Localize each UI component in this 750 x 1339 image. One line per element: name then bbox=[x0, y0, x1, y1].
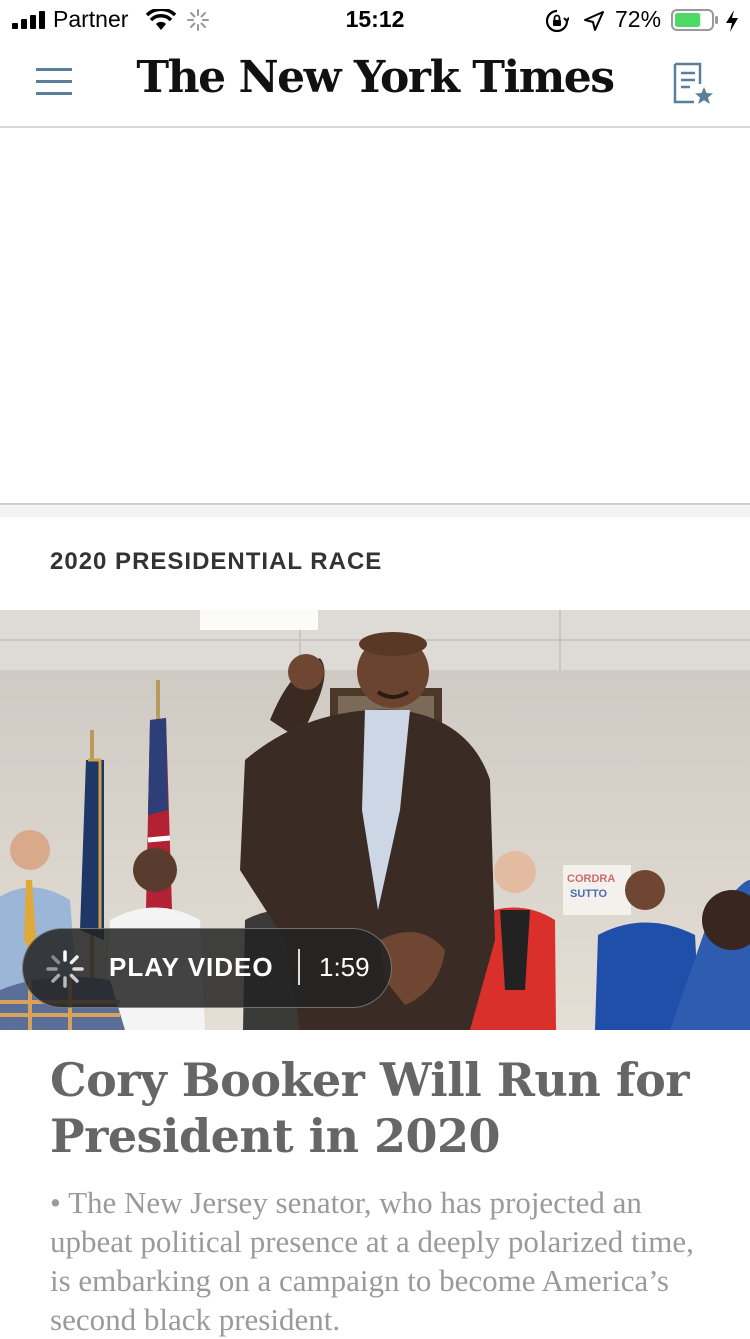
summary-bullet: • bbox=[50, 1185, 61, 1220]
article-summary[interactable]: • The New Jersey senator, who has projec… bbox=[50, 1183, 710, 1339]
status-bar: Partner 15:12 72% bbox=[0, 0, 750, 40]
charging-bolt-icon bbox=[726, 10, 738, 32]
top-nav-bar: The New York Times bbox=[0, 40, 750, 128]
article-headline[interactable]: Cory Booker Will Run for President in 20… bbox=[50, 1052, 710, 1164]
loading-spinner-icon bbox=[46, 950, 84, 988]
play-video-label: PLAY VIDEO bbox=[109, 952, 274, 982]
ad-placeholder bbox=[0, 128, 750, 504]
sign-text-1: CORDRA bbox=[567, 873, 615, 885]
nyt-logo[interactable]: The New York Times bbox=[0, 52, 750, 103]
video-duration: 1:59 bbox=[319, 952, 370, 982]
battery-icon bbox=[671, 9, 718, 31]
video-divider bbox=[298, 949, 300, 985]
section-divider bbox=[0, 503, 750, 517]
battery-percent: 72% bbox=[615, 6, 662, 32]
play-video-button[interactable]: PLAY VIDEO 1:59 bbox=[22, 928, 392, 1008]
saved-articles-icon[interactable] bbox=[672, 62, 716, 108]
summary-text: The New Jersey senator, who has projecte… bbox=[50, 1185, 694, 1337]
sign-text-2: SUTTO bbox=[570, 888, 608, 900]
location-icon bbox=[584, 11, 604, 31]
orientation-lock-icon bbox=[545, 9, 569, 33]
section-kicker[interactable]: 2020 PRESIDENTIAL RACE bbox=[50, 548, 382, 576]
